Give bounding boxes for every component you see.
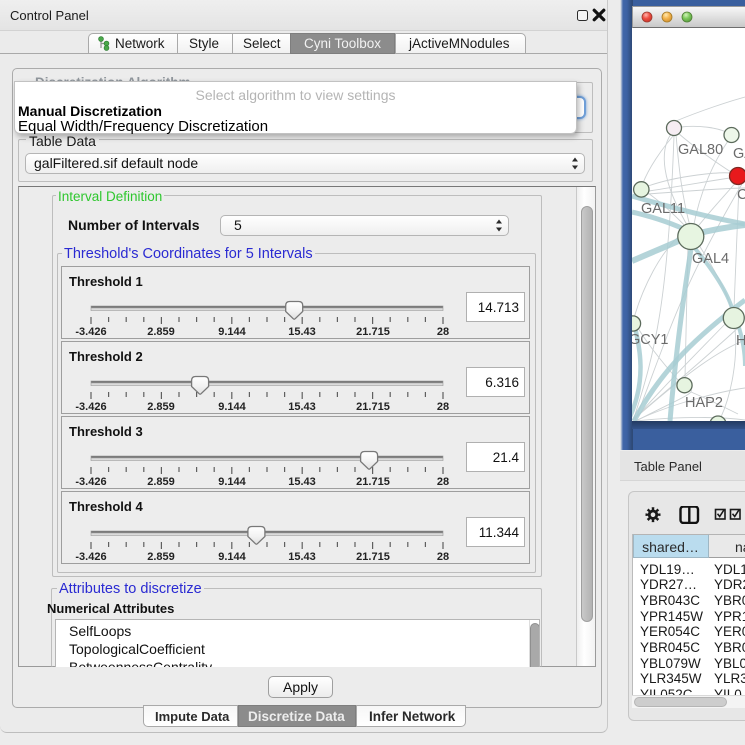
svg-text:HAP2: HAP2 — [685, 395, 723, 411]
svg-text:GAL80: GAL80 — [678, 142, 723, 158]
svg-text:GCY1: GCY1 — [632, 332, 669, 348]
svg-text:C: C — [737, 187, 745, 203]
svg-text:H: H — [736, 333, 745, 349]
svg-text:GAL11: GAL11 — [641, 201, 685, 217]
svg-text:GA: GA — [733, 146, 745, 162]
svg-text:GAL4: GAL4 — [692, 251, 729, 267]
